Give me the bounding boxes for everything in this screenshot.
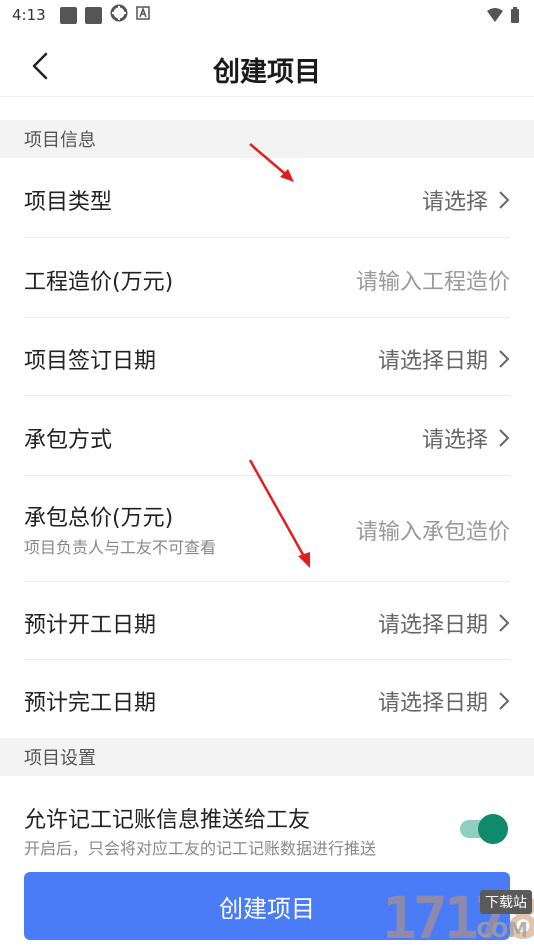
contract-total-input[interactable]: 请输入承包造价	[356, 514, 510, 546]
status-time: 4:13	[12, 6, 46, 24]
row-label: 承包方式	[24, 428, 113, 453]
row-value[interactable]: 请选择	[422, 184, 510, 216]
chevron-right-icon	[499, 614, 510, 632]
row-value[interactable]: 请选择日期	[378, 685, 510, 717]
row-value[interactable]: 请选择	[422, 422, 510, 454]
row-start-date[interactable]: 预计开工日期 请选择日期	[0, 582, 534, 660]
status-bar: 4:13	[0, 0, 534, 30]
nav-bar: 创建项目	[0, 30, 534, 100]
row-label: 项目类型	[24, 190, 113, 215]
status-right	[486, 6, 520, 28]
select-placeholder: 请选择	[421, 428, 488, 453]
row-value[interactable]: 请选择日期	[378, 343, 510, 375]
row-sign-date[interactable]: 项目签订日期 请选择日期	[0, 318, 534, 396]
page-title: 创建项目	[213, 57, 321, 88]
row-label: 工程造价(万元)	[24, 270, 174, 295]
toggle-knob	[478, 814, 508, 844]
row-label: 允许记工记账信息推送给工友	[24, 808, 311, 833]
section-header-project-settings: 项目设置	[0, 738, 534, 776]
select-placeholder: 请选择日期	[377, 349, 488, 374]
battery-icon	[510, 6, 520, 28]
chevron-right-icon	[499, 350, 510, 368]
row-label: 项目签订日期	[24, 349, 157, 374]
engineering-cost-input[interactable]: 请输入工程造价	[356, 264, 510, 296]
status-icons	[59, 4, 150, 26]
spacer	[0, 96, 534, 120]
row-sublabel: 项目负责人与工友不可查看	[24, 538, 217, 557]
row-contract-method[interactable]: 承包方式 请选择	[0, 396, 534, 476]
select-placeholder: 请选择日期	[377, 691, 488, 716]
chevron-right-icon	[499, 191, 510, 209]
row-label: 预计完工日期	[24, 691, 157, 716]
wifi-icon	[486, 7, 504, 27]
row-push-setting: 允许记工记账信息推送给工友 开启后，只会将对应工友的记工记账数据进行推送	[0, 776, 534, 862]
app-a-icon	[135, 6, 150, 24]
chevron-right-icon	[499, 429, 510, 447]
row-label: 承包总价(万元)	[24, 506, 174, 531]
row-contract-total[interactable]: 承包总价(万元) 项目负责人与工友不可查看 请输入承包造价	[0, 476, 534, 582]
row-sublabel: 开启后，只会将对应工友的记工记账数据进行推送	[24, 839, 377, 858]
row-end-date[interactable]: 预计完工日期 请选择日期	[0, 660, 534, 738]
chevron-right-icon	[499, 692, 510, 710]
row-project-type[interactable]: 项目类型 请选择	[0, 158, 534, 238]
select-placeholder: 请选择	[421, 190, 488, 215]
notification-icon	[59, 6, 77, 24]
sync-icon	[110, 4, 128, 26]
push-toggle[interactable]	[460, 814, 508, 844]
create-project-button[interactable]: 创建项目	[24, 872, 510, 940]
section-header-project-info: 项目信息	[0, 120, 534, 158]
row-value[interactable]: 请选择日期	[378, 607, 510, 639]
row-label: 预计开工日期	[24, 613, 157, 638]
notification-icon	[84, 6, 102, 24]
row-engineering-cost[interactable]: 工程造价(万元) 请输入工程造价	[0, 238, 534, 318]
select-placeholder: 请选择日期	[377, 613, 488, 638]
